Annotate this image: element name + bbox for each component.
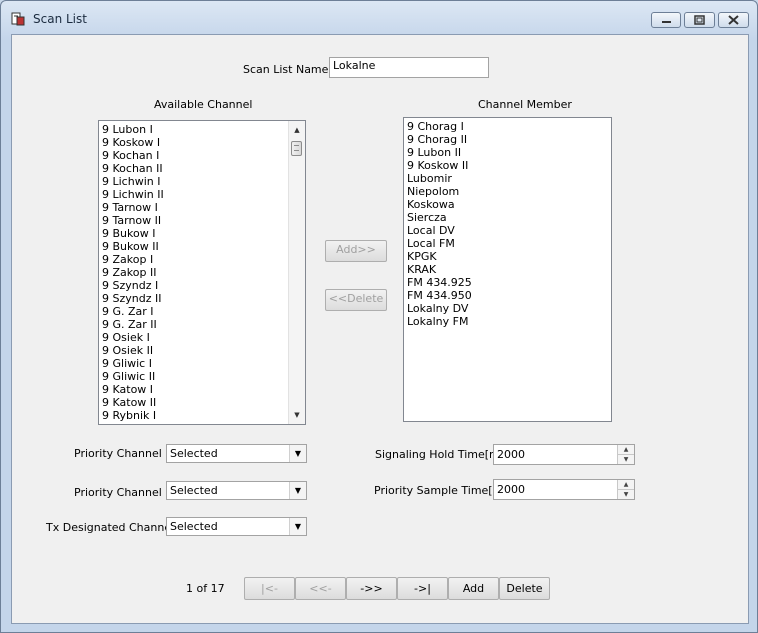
previous-record-button[interactable]: <<-	[295, 577, 346, 600]
spin-down-icon[interactable]: ▼	[617, 490, 634, 499]
list-item[interactable]: 9 Katow II	[99, 396, 305, 409]
close-icon	[728, 15, 739, 25]
list-item[interactable]: Lokalny DV	[404, 302, 611, 315]
list-item[interactable]: 9 Tarnow I	[99, 201, 305, 214]
list-item[interactable]: KRAK	[404, 263, 611, 276]
list-item[interactable]: Lubomir	[404, 172, 611, 185]
channel-member-items: 9 Chorag I9 Chorag II 9 Lubon II 9 Koskow …	[404, 118, 611, 328]
list-item[interactable]: Lokalny FM	[404, 315, 611, 328]
scroll-up-icon[interactable]: ▲	[289, 123, 305, 137]
list-item[interactable]: 9 Kochan II	[99, 162, 305, 175]
list-item[interactable]: 9 Szyndz II	[99, 292, 305, 305]
list-item[interactable]: 9 Koskow I	[99, 136, 305, 149]
signaling-hold-time-spinner[interactable]: 2000 ▲ ▼	[493, 444, 635, 465]
list-item[interactable]: 9 Gliwic I	[99, 357, 305, 370]
priority-channel-1-value: Selected	[170, 447, 218, 460]
list-item[interactable]: Niepolom	[404, 185, 611, 198]
list-item[interactable]: 9 Bukow II	[99, 240, 305, 253]
next-record-button[interactable]: ->>	[346, 577, 397, 600]
maximize-icon	[694, 15, 705, 25]
close-button[interactable]	[718, 12, 749, 28]
add-record-button[interactable]: Add	[448, 577, 499, 600]
list-item[interactable]: 9 Osiek II	[99, 344, 305, 357]
list-item[interactable]: 9 Szyndz I	[99, 279, 305, 292]
list-item[interactable]: 9 Zakop II	[99, 266, 305, 279]
list-item[interactable]: 9 Rybnik I	[99, 409, 305, 422]
spin-down-icon[interactable]: ▼	[617, 455, 634, 464]
channel-member-label: Channel Member	[478, 98, 572, 111]
delete-record-button[interactable]: Delete	[499, 577, 550, 600]
scan-list-name-input[interactable]: Lokalne	[329, 57, 489, 78]
priority-sample-time-spinner[interactable]: 2000 ▲ ▼	[493, 479, 635, 500]
list-item[interactable]: FM 434.925	[404, 276, 611, 289]
minimize-icon	[662, 21, 671, 23]
maximize-button[interactable]	[684, 12, 715, 28]
scroll-down-icon[interactable]: ▼	[289, 408, 305, 422]
add-to-members-button[interactable]: Add>>	[325, 240, 387, 262]
scan-list-window: Scan List Scan List Name Lokalne Availab…	[0, 0, 758, 633]
spin-up-icon[interactable]: ▲	[617, 445, 634, 455]
available-channel-items: 9 Lubon I9 Koskow I9 Kochan I9 Kochan II…	[99, 121, 305, 422]
list-item[interactable]: Local FM	[404, 237, 611, 250]
page-indicator: 1 of 17	[186, 582, 225, 595]
chevron-down-icon[interactable]: ▼	[289, 445, 306, 462]
channel-member-list[interactable]: 9 Chorag I9 Chorag II 9 Lubon II 9 Koskow …	[403, 117, 612, 422]
list-item[interactable]: 9 Katow I	[99, 383, 305, 396]
list-item[interactable]: 9 Lichwin II	[99, 188, 305, 201]
available-channel-list[interactable]: 9 Lubon I9 Koskow I9 Kochan I9 Kochan II…	[98, 120, 306, 425]
minimize-button[interactable]	[651, 12, 681, 28]
list-item[interactable]: 9 Chorag I	[404, 120, 611, 133]
last-record-button[interactable]: ->|	[397, 577, 448, 600]
spin-up-icon[interactable]: ▲	[617, 480, 634, 490]
window-title: Scan List	[33, 12, 87, 26]
list-item[interactable]: Siercza	[404, 211, 611, 224]
priority-channel-2-value: Selected	[170, 484, 218, 497]
chevron-down-icon[interactable]: ▼	[289, 482, 306, 499]
list-item[interactable]: 9 Osiek I	[99, 331, 305, 344]
list-item[interactable]: 9 Bukow I	[99, 227, 305, 240]
list-item[interactable]: KPGK	[404, 250, 611, 263]
first-record-button[interactable]: |<-	[244, 577, 295, 600]
signaling-hold-time-label: Signaling Hold Time[ms]	[375, 448, 510, 461]
list-item[interactable]: 9 Chorag II	[404, 133, 611, 146]
priority-channel-2-label: Priority Channel 2	[74, 486, 173, 499]
title-bar[interactable]: Scan List	[1, 1, 757, 35]
list-item[interactable]: 9 Koskow II	[404, 159, 611, 172]
list-item[interactable]: FM 434.950	[404, 289, 611, 302]
list-item[interactable]: 9 Lichwin I	[99, 175, 305, 188]
available-scrollbar[interactable]: ▲ ▼	[288, 121, 305, 424]
list-item[interactable]: 9 G. Zar I	[99, 305, 305, 318]
priority-channel-1-label: Priority Channel 1	[74, 447, 173, 460]
list-item[interactable]: Local DV	[404, 224, 611, 237]
list-item[interactable]: 9 Gliwic II	[99, 370, 305, 383]
tx-designated-channel-value: Selected	[170, 520, 218, 533]
signaling-hold-time-value[interactable]: 2000	[497, 448, 525, 461]
list-item[interactable]: 9 G. Zar II	[99, 318, 305, 331]
scroll-thumb[interactable]	[291, 141, 302, 156]
scan-list-name-label: Scan List Name	[243, 63, 329, 76]
tx-designated-channel-label: Tx Designated Channel	[46, 521, 175, 534]
tx-designated-channel-select[interactable]: Selected ▼	[166, 517, 307, 536]
list-item[interactable]: 9 Kochan I	[99, 149, 305, 162]
list-item[interactable]: 9 Lubon II	[404, 146, 611, 159]
list-item[interactable]: 9 Tarnow II	[99, 214, 305, 227]
priority-channel-1-select[interactable]: Selected ▼	[166, 444, 307, 463]
list-item[interactable]: 9 Zakop I	[99, 253, 305, 266]
chevron-down-icon[interactable]: ▼	[289, 518, 306, 535]
app-icon	[11, 12, 25, 26]
available-channel-label: Available Channel	[154, 98, 253, 111]
priority-channel-2-select[interactable]: Selected ▼	[166, 481, 307, 500]
list-item[interactable]: Koskowa	[404, 198, 611, 211]
delete-from-members-button[interactable]: <<Delete	[325, 289, 387, 311]
dialog-client-area: Scan List Name Lokalne Available Channel…	[11, 34, 749, 624]
priority-sample-time-value[interactable]: 2000	[497, 483, 525, 496]
list-item[interactable]: 9 Lubon I	[99, 123, 305, 136]
